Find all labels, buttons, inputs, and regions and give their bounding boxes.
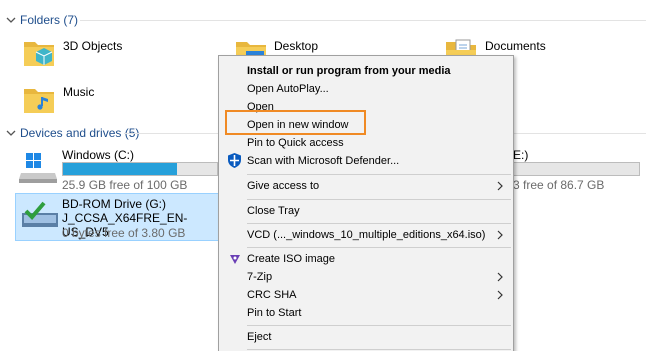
- menu-separator: [247, 174, 511, 175]
- submenu-arrow-icon: [497, 272, 503, 282]
- chevron-down-icon: [6, 17, 16, 23]
- drive-name: E:): [513, 148, 529, 162]
- menu-item-give-access[interactable]: Give access to: [219, 177, 513, 195]
- 3d-objects-folder-icon: [24, 42, 54, 66]
- menu-item-label: Give access to: [247, 180, 320, 192]
- drive-usage-fill: [63, 163, 177, 175]
- menu-item-label: Create ISO image: [247, 253, 336, 265]
- drive-e[interactable]: E:) 3 free of 86.7 GB: [510, 145, 640, 193]
- drive-usage-bar: [62, 162, 218, 176]
- drive-bd-rom-g[interactable]: BD-ROM Drive (G:) J_CCSA_X64FRE_EN-US_DV…: [15, 193, 219, 241]
- drive-windows-c[interactable]: Windows (C:) 25.9 GB free of 100 GB: [0, 145, 218, 193]
- menu-item-7zip[interactable]: 7-Zip: [219, 268, 513, 286]
- drive-free-space: 3 free of 86.7 GB: [513, 178, 605, 192]
- windows-drive-icon: [19, 153, 57, 183]
- folders-section-header[interactable]: Folders (7): [6, 13, 78, 27]
- menu-item-label: Open AutoPlay...: [247, 83, 329, 95]
- menu-separator: [247, 349, 511, 350]
- folder-name: Documents: [485, 39, 546, 53]
- submenu-arrow-icon: [497, 181, 503, 191]
- folder-name: Music: [63, 85, 95, 99]
- defender-shield-icon: [228, 153, 241, 168]
- menu-item-scan-defender[interactable]: Scan with Microsoft Defender...: [219, 152, 513, 170]
- submenu-arrow-icon: [497, 230, 503, 240]
- menu-item-label: CRC SHA: [247, 289, 297, 301]
- submenu-arrow-icon: [497, 290, 503, 300]
- context-menu: Install or run program from your media O…: [218, 55, 514, 351]
- menu-item-create-iso[interactable]: Create ISO image: [219, 250, 513, 268]
- disc-drive-icon: [22, 201, 58, 227]
- menu-item-label: VCD (..._windows_10_multiple_editions_x6…: [247, 229, 486, 241]
- menu-separator: [247, 223, 511, 224]
- drive-free-space: 25.9 GB free of 100 GB: [62, 178, 188, 192]
- iso-disc-icon: [230, 255, 240, 264]
- drive-name: Windows (C:): [62, 148, 135, 162]
- drive-usage-bar: [510, 162, 640, 176]
- devices-section-header[interactable]: Devices and drives (5): [6, 126, 139, 140]
- menu-item-label: Scan with Microsoft Defender...: [247, 155, 400, 167]
- folder-name: Desktop: [274, 39, 319, 53]
- folders-divider: [80, 20, 646, 21]
- menu-item-open-autoplay[interactable]: Open AutoPlay...: [219, 80, 513, 98]
- menu-item-eject[interactable]: Eject: [219, 328, 513, 346]
- menu-item-label: Pin to Quick access: [247, 137, 344, 149]
- menu-separator: [247, 325, 511, 326]
- devices-section-label: Devices and drives (5): [20, 126, 140, 140]
- music-folder-icon: [24, 89, 54, 113]
- chevron-down-icon: [6, 130, 16, 136]
- menu-item-label: Close Tray: [247, 205, 300, 217]
- menu-item-label: Eject: [247, 331, 272, 343]
- menu-item-close-tray[interactable]: Close Tray: [219, 202, 513, 220]
- menu-item-pin-quick-access[interactable]: Pin to Quick access: [219, 134, 513, 152]
- menu-separator: [247, 199, 511, 200]
- drive-free-space: 0 bytes free of 3.80 GB: [62, 226, 186, 240]
- menu-item-label: Pin to Start: [247, 307, 302, 319]
- menu-item-install[interactable]: Install or run program from your media: [219, 62, 513, 80]
- menu-separator: [247, 247, 511, 248]
- menu-item-pin-to-start[interactable]: Pin to Start: [219, 304, 513, 322]
- menu-item-crc-sha[interactable]: CRC SHA: [219, 286, 513, 304]
- menu-item-vcd[interactable]: VCD (..._windows_10_multiple_editions_x6…: [219, 226, 513, 244]
- folder-music[interactable]: Music: [22, 83, 94, 117]
- highlight-box: [225, 110, 366, 135]
- folders-section-label: Folders (7): [20, 13, 79, 27]
- folder-3d-objects[interactable]: 3D Objects: [22, 36, 122, 70]
- drive-name: BD-ROM Drive (G:): [62, 197, 166, 211]
- menu-item-label: 7-Zip: [247, 271, 273, 283]
- menu-item-label: Install or run program from your media: [247, 65, 451, 77]
- folder-name: 3D Objects: [63, 39, 123, 53]
